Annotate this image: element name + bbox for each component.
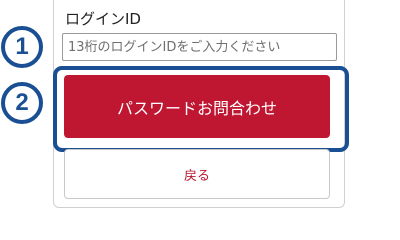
back-button-label: 戻る: [183, 168, 210, 184]
login-id-input[interactable]: [62, 33, 337, 61]
step-1-badge: 1: [1, 26, 43, 68]
step-2-badge: 2: [1, 82, 43, 124]
password-inquiry-button-label: パスワードお問合わせ: [116, 98, 277, 118]
step-2-number: 2: [15, 89, 29, 116]
step-1-number: 1: [15, 33, 29, 60]
back-button[interactable]: 戻る: [64, 149, 330, 199]
login-id-label: ログインID: [65, 10, 141, 28]
password-inquiry-button[interactable]: パスワードお問合わせ: [64, 75, 330, 138]
